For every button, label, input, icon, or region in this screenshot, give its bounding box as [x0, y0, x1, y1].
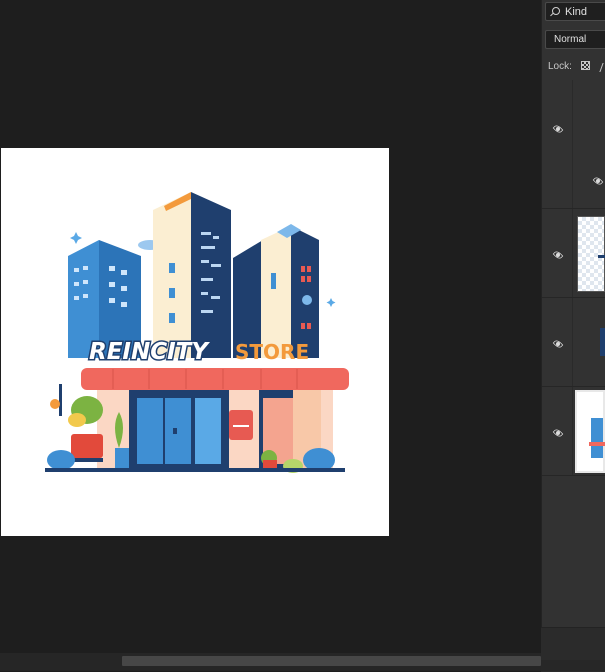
blend-mode-select[interactable]: Normal: [545, 30, 605, 49]
eye-icon[interactable]: [552, 125, 564, 133]
layers-panel-footer-edge: [541, 660, 605, 671]
logo-word-store: STORE: [235, 340, 309, 364]
layer-visibility-column: [542, 80, 573, 208]
store-logo-artwork: REINCITY STORE: [45, 192, 349, 473]
kind-filter-label: Kind: [565, 5, 588, 18]
layer-kind-filter[interactable]: Kind: [545, 2, 605, 21]
eye-icon[interactable]: [552, 340, 564, 348]
layer-row-image[interactable]: [542, 387, 605, 476]
layer-row-shape[interactable]: [542, 298, 605, 387]
eye-icon[interactable]: [552, 251, 564, 259]
horizontal-scrollbar-thumb[interactable]: [122, 656, 541, 666]
layer-thumbnail-selected: [575, 390, 605, 473]
logo-word-reincity: REINCITY: [89, 339, 210, 365]
eye-icon[interactable]: [552, 429, 564, 437]
eye-icon[interactable]: [592, 177, 604, 185]
lock-label: Lock:: [548, 61, 572, 72]
document-canvas[interactable]: REINCITY STORE: [1, 148, 389, 536]
blend-mode-value: Normal: [554, 34, 587, 45]
layer-thumbnail: [577, 216, 605, 292]
layer-thumbnail: [600, 328, 605, 356]
lock-transparent-pixels-icon[interactable]: [581, 61, 590, 70]
search-icon: [552, 6, 560, 15]
layer-row-text-logo[interactable]: [542, 209, 605, 298]
layer-row-group[interactable]: [542, 80, 605, 209]
